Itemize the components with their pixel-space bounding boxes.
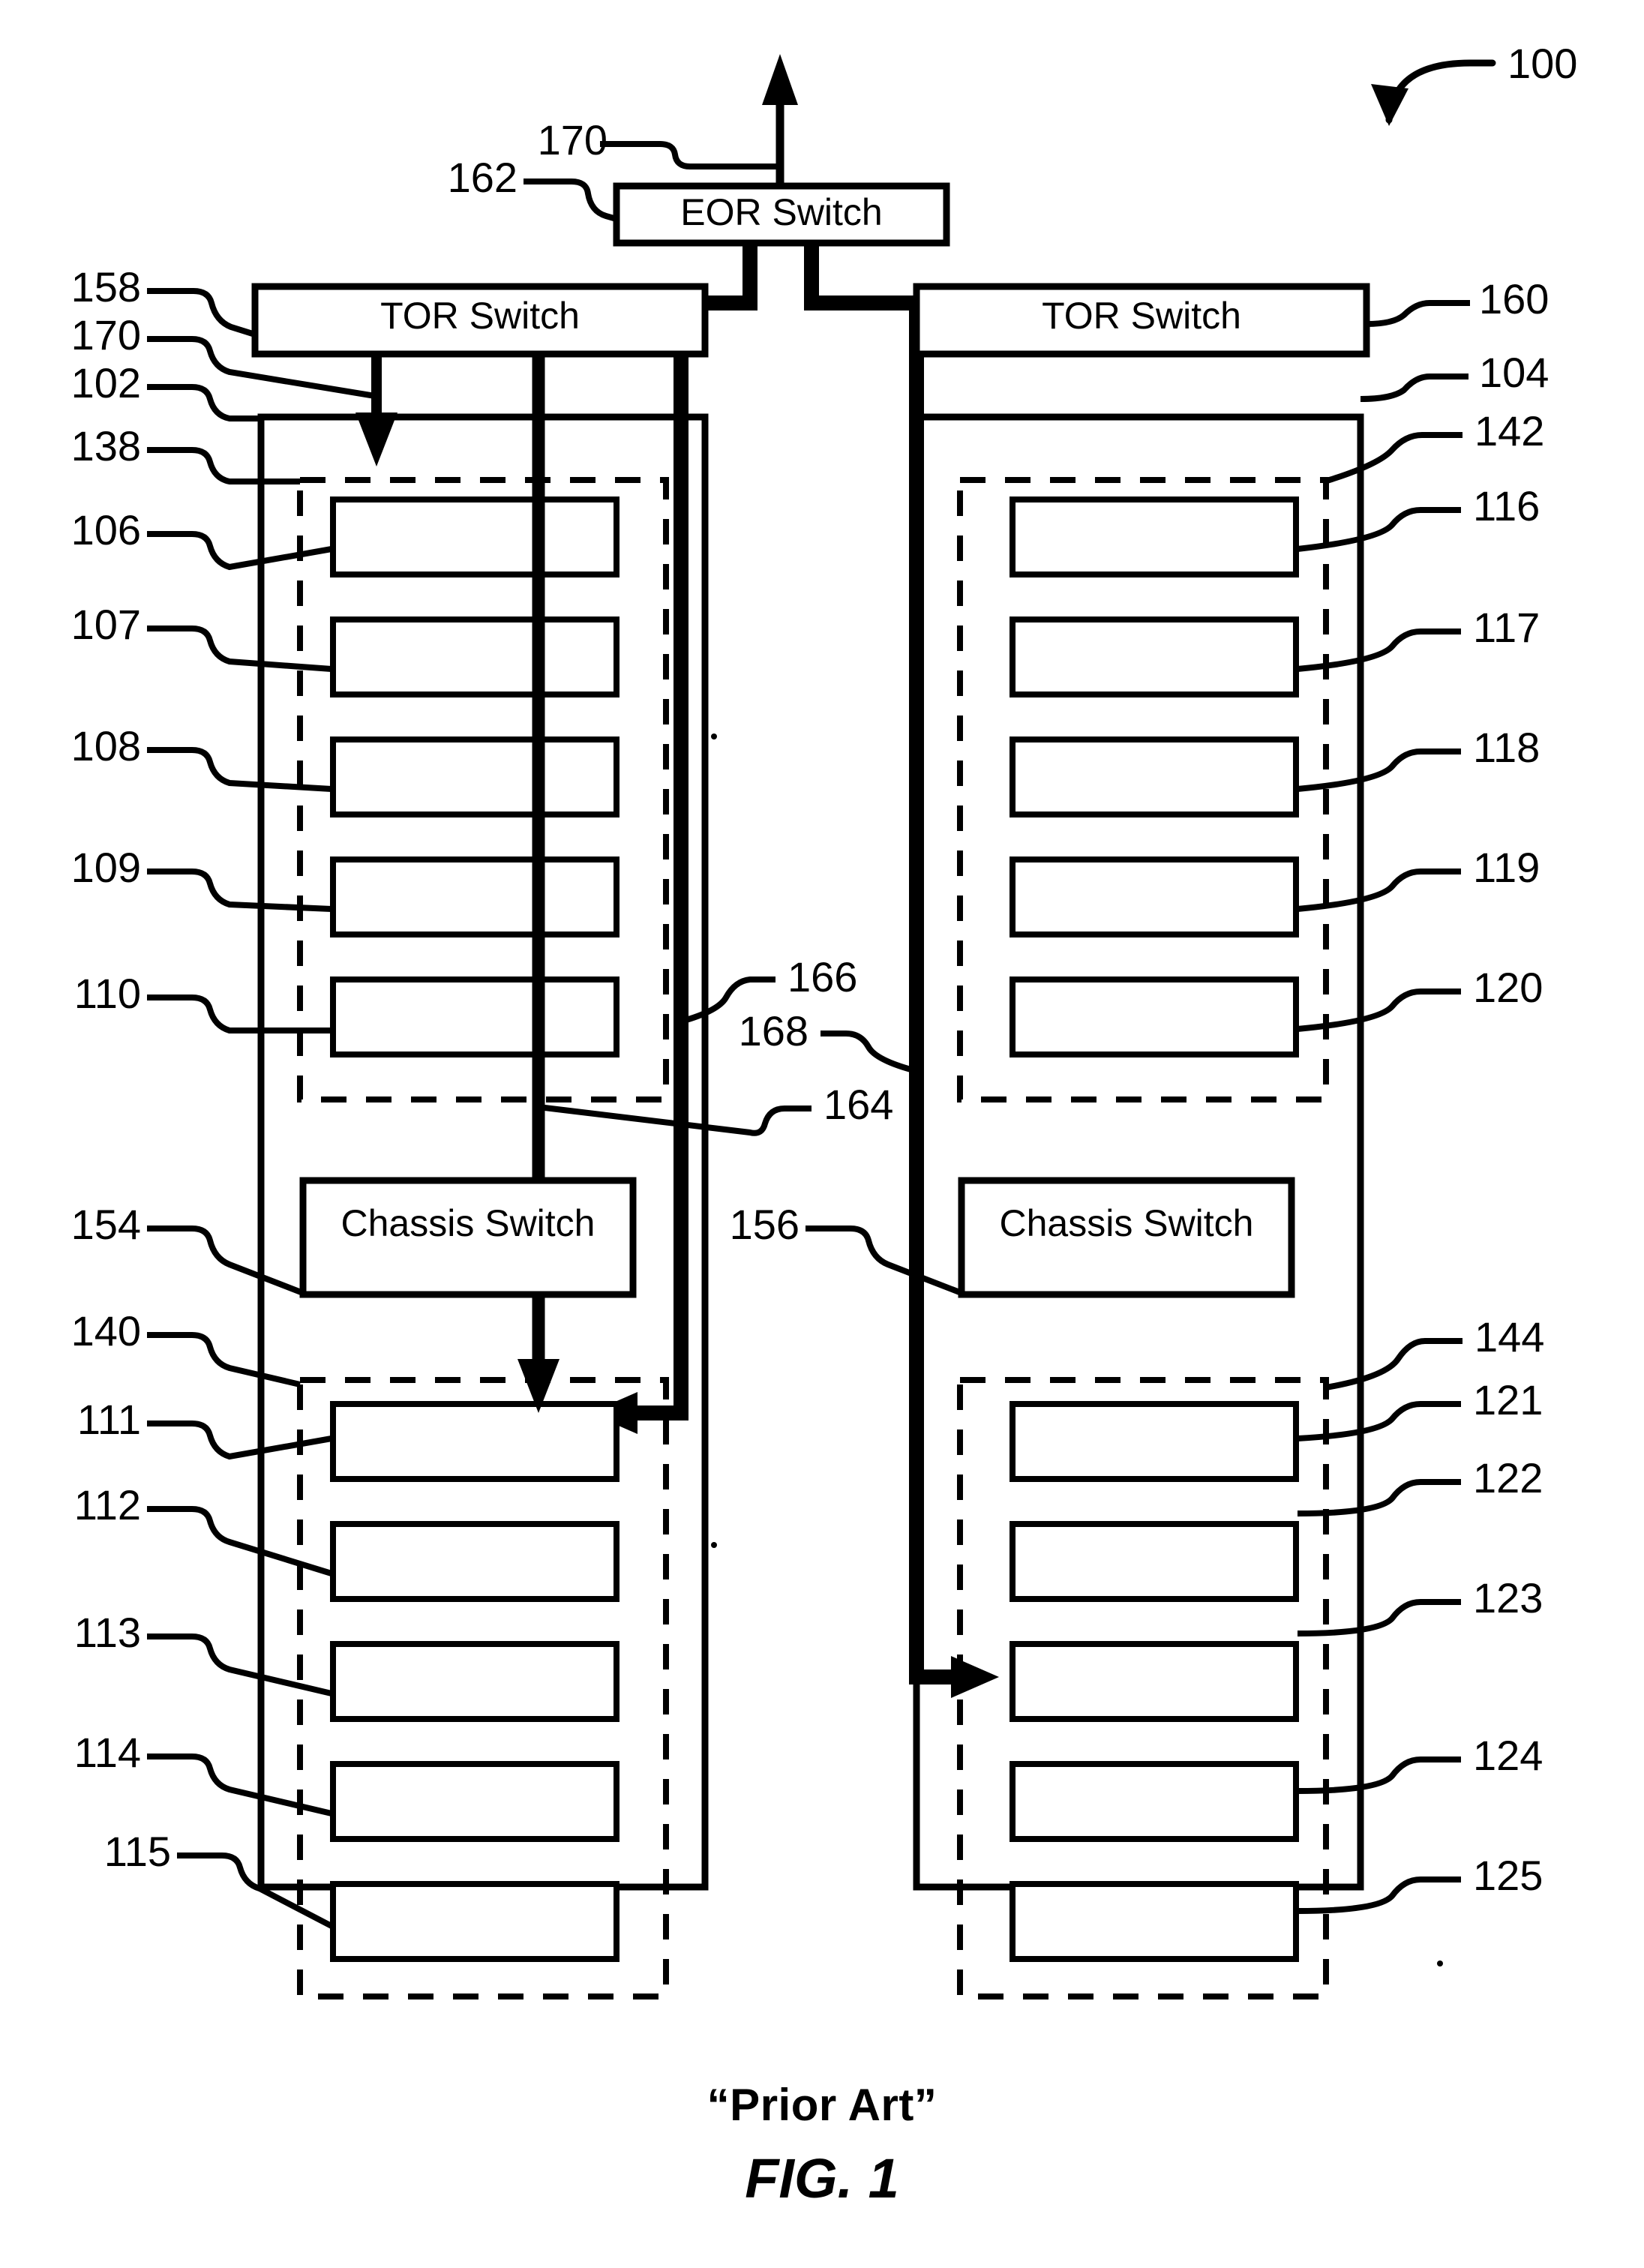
ref-168-right-trunk: 168 [739, 1007, 808, 1054]
server-box-111[interactable] [330, 1401, 620, 1482]
server-box-112[interactable] [330, 1521, 620, 1602]
ref-109: 109 [71, 844, 141, 891]
figure-number-caption: FIG. 1 [745, 2147, 899, 2210]
ref-110: 110 [74, 970, 141, 1017]
server-box-122[interactable] [1010, 1521, 1299, 1602]
ref-140-enclosure-left-bottom: 140 [71, 1307, 141, 1354]
ref-122: 122 [1473, 1454, 1543, 1502]
server-box-124[interactable] [1010, 1761, 1299, 1842]
server-box-118[interactable] [1010, 736, 1299, 818]
ref-106: 106 [71, 506, 141, 554]
server-box-113[interactable] [330, 1641, 620, 1722]
tor-switch-left-label: TOR Switch [380, 295, 580, 337]
ref-164-chassis-link: 164 [824, 1081, 893, 1128]
ref-100: 100 [1508, 40, 1577, 87]
ref-117: 117 [1473, 604, 1540, 651]
scan-speck [1437, 1960, 1443, 1966]
scan-speck [711, 1542, 717, 1548]
tor-switch-right-group: TOR Switch 160 [913, 275, 1549, 358]
patent-figure-page: 100 170 162 EOR Switch 158 TOR Switch TO… [0, 0, 1644, 2268]
ref-160-tor-right: 160 [1479, 275, 1549, 322]
server-box-106[interactable] [330, 496, 620, 578]
ref-154-chassis-left: 154 [71, 1201, 141, 1248]
ref-115: 115 [104, 1828, 171, 1875]
ref-124: 124 [1473, 1732, 1543, 1779]
rack-left-group: 170 102 138 140 106 107 108 109 110 111 … [71, 311, 893, 2000]
ref-116: 116 [1473, 482, 1540, 530]
eor-switch-label: EOR Switch [680, 191, 883, 233]
ref-162-eor: 162 [448, 154, 518, 201]
figure-1-diagram: 100 170 162 EOR Switch 158 TOR Switch TO… [71, 40, 1577, 2000]
ref-121: 121 [1473, 1376, 1543, 1424]
ref-170-tor-arrow: 170 [71, 311, 141, 358]
chassis-switch-right-label: Chassis Switch [1000, 1202, 1254, 1244]
ref-118: 118 [1473, 724, 1540, 771]
ref-158-tor-left: 158 [71, 263, 141, 310]
server-box-115[interactable] [330, 1881, 620, 1962]
chassis-switch-left-label: Chassis Switch [341, 1202, 596, 1244]
rack-right-group: 104 142 144 116 117 118 119 120 121 122 … [730, 349, 1549, 2000]
server-box-120[interactable] [1010, 976, 1299, 1058]
server-box-125[interactable] [1010, 1881, 1299, 1962]
ref-114: 114 [74, 1729, 141, 1776]
ref-102-rack-left: 102 [71, 359, 141, 406]
tor-switch-right-label: TOR Switch [1042, 295, 1241, 337]
server-box-107[interactable] [330, 616, 620, 698]
ref-113: 113 [74, 1609, 141, 1656]
server-box-123[interactable] [1010, 1641, 1299, 1722]
ref-119: 119 [1473, 844, 1540, 891]
server-box-117[interactable] [1010, 616, 1299, 698]
ref-107: 107 [71, 601, 141, 648]
server-box-109[interactable] [330, 856, 620, 938]
eor-switch-group: 170 162 EOR Switch [448, 54, 950, 247]
server-box-114[interactable] [330, 1761, 620, 1842]
ref-142-enclosure-right-top: 142 [1474, 407, 1544, 454]
server-box-119[interactable] [1010, 856, 1299, 938]
server-box-121[interactable] [1010, 1401, 1299, 1482]
ref-125: 125 [1473, 1852, 1543, 1899]
ref-144-enclosure-right-bottom: 144 [1474, 1313, 1544, 1360]
server-box-108[interactable] [330, 736, 620, 818]
scan-speck [711, 734, 717, 740]
ref-120: 120 [1473, 964, 1543, 1011]
ref-111: 111 [77, 1396, 141, 1443]
ref-166-left-trunk: 166 [788, 953, 857, 1000]
ref-112: 112 [74, 1481, 141, 1528]
server-box-110[interactable] [330, 976, 620, 1058]
server-box-116[interactable] [1010, 496, 1299, 578]
ref-138-enclosure-left-top: 138 [71, 422, 141, 470]
ref-123: 123 [1473, 1574, 1543, 1622]
system-reference-callout: 100 [1371, 40, 1577, 126]
ref-108: 108 [71, 722, 141, 770]
prior-art-caption: “Prior Art” [706, 2080, 938, 2130]
ref-170-eor-uplink: 170 [538, 116, 608, 164]
ref-104-rack-right: 104 [1479, 349, 1549, 396]
ref-156-chassis-right: 156 [730, 1201, 800, 1248]
